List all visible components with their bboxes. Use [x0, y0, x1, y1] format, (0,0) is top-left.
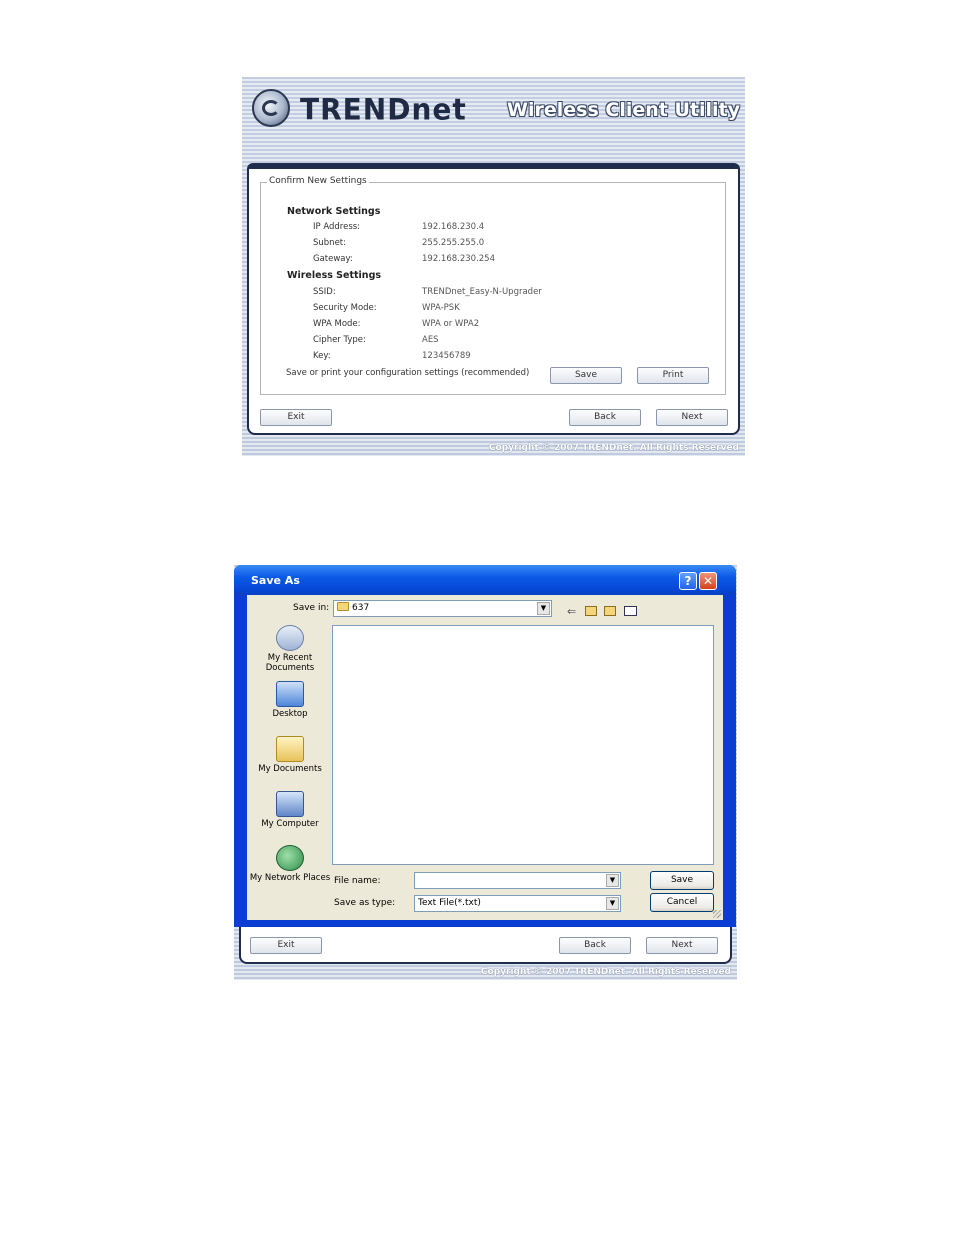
chevron-down-icon[interactable]: ▼ — [537, 602, 550, 615]
copyright-text: Copyright © 2007 TRENDnet. All Rights Re… — [488, 443, 739, 453]
save-in-value: 637 — [352, 603, 370, 613]
wpa-mode-value: WPA or WPA2 — [422, 319, 480, 329]
network-places-icon — [276, 845, 304, 871]
dialog-body: Save in: 637 ▼ ⇐ My Recent Documents Des… — [247, 595, 723, 920]
chevron-down-icon[interactable]: ▼ — [606, 874, 619, 887]
ip-address-value: 192.168.230.4 — [422, 222, 485, 232]
folder-icon — [337, 602, 349, 611]
chevron-down-icon[interactable]: ▼ — [606, 897, 619, 910]
places-bar: My Recent Documents Desktop My Documents… — [247, 623, 333, 913]
place-label: My Recent Documents — [265, 653, 315, 673]
confirm-settings-window: TRENDnet Wireless Client Utility Confirm… — [242, 77, 745, 456]
security-mode-label: Security Mode: — [313, 303, 377, 313]
save-button[interactable]: Save — [550, 367, 622, 384]
key-label: Key: — [313, 351, 331, 361]
bg-next-button[interactable]: Next — [646, 937, 718, 954]
save-in-dropdown[interactable]: 637 ▼ — [333, 600, 552, 617]
new-folder-icon[interactable] — [604, 606, 616, 616]
print-button[interactable]: Print — [637, 367, 709, 384]
subnet-label: Subnet: — [313, 238, 346, 248]
place-label: My Computer — [261, 819, 319, 829]
help-icon[interactable]: ? — [679, 572, 697, 590]
place-label: Desktop — [272, 709, 308, 719]
dialog-title: Save As — [251, 574, 300, 587]
save-in-label: Save in: — [293, 603, 330, 613]
place-my-documents[interactable]: My Documents — [247, 736, 333, 774]
place-desktop[interactable]: Desktop — [247, 681, 333, 719]
file-list-area[interactable] — [332, 625, 714, 865]
save-as-type-value: Text File(*.txt) — [418, 898, 481, 908]
resize-grip-icon[interactable] — [713, 910, 721, 918]
save-as-type-label: Save as type: — [334, 898, 396, 908]
save-as-dialog: Save As ? ✕ Save in: 637 ▼ ⇐ My Recent D… — [234, 565, 736, 927]
bg-copyright-text: Copyright © 2007 TRENDnet. All Rights Re… — [480, 967, 731, 977]
app-title: Wireless Client Utility — [507, 99, 740, 121]
subnet-value: 255.255.255.0 — [422, 238, 485, 248]
save-as-type-dropdown[interactable]: Text File(*.txt) ▼ — [414, 895, 621, 912]
back-button[interactable]: Back — [569, 409, 641, 426]
wpa-mode-label: WPA Mode: — [313, 319, 361, 329]
dialog-title-bar[interactable]: Save As ? ✕ — [234, 565, 736, 595]
my-computer-icon — [276, 791, 304, 817]
place-label: My Documents — [258, 764, 322, 774]
network-settings-header: Network Settings — [287, 206, 381, 217]
security-mode-value: WPA-PSK — [422, 303, 460, 313]
file-name-input[interactable]: ▼ — [414, 872, 621, 889]
next-button[interactable]: Next — [656, 409, 728, 426]
place-my-network-places[interactable]: My Network Places — [247, 845, 333, 883]
header-banner: TRENDnet Wireless Client Utility — [242, 77, 745, 163]
ssid-value: TRENDnet_Easy-N-Upgrader — [422, 287, 542, 297]
gateway-label: Gateway: — [313, 254, 353, 264]
group-title: Confirm New Settings — [267, 176, 369, 186]
exit-button[interactable]: Exit — [260, 409, 332, 426]
place-label: My Network Places — [249, 873, 331, 883]
gateway-value: 192.168.230.254 — [422, 254, 496, 264]
place-my-computer[interactable]: My Computer — [247, 791, 333, 829]
brand-logo-text: TRENDnet — [300, 92, 467, 127]
bg-back-button[interactable]: Back — [559, 937, 631, 954]
up-folder-icon[interactable] — [585, 606, 597, 616]
trendnet-logo-icon — [252, 89, 290, 127]
ssid-label: SSID: — [313, 287, 336, 297]
save-print-note: Save or print your configuration setting… — [286, 368, 530, 378]
recent-documents-icon — [276, 625, 304, 651]
key-value: 123456789 — [422, 351, 471, 361]
desktop-icon — [276, 681, 304, 707]
cipher-type-value: AES — [422, 335, 439, 345]
back-arrow-icon[interactable]: ⇐ — [567, 605, 576, 618]
wireless-settings-header: Wireless Settings — [287, 270, 382, 281]
close-icon[interactable]: ✕ — [699, 572, 717, 590]
dialog-save-button[interactable]: Save — [650, 871, 714, 890]
place-my-recent-documents[interactable]: My Recent Documents — [247, 625, 333, 673]
file-name-label: File name: — [334, 876, 381, 886]
view-menu-icon[interactable] — [624, 606, 637, 616]
cipher-type-label: Cipher Type: — [313, 335, 366, 345]
bg-exit-button[interactable]: Exit — [250, 937, 322, 954]
dialog-cancel-button[interactable]: Cancel — [650, 893, 714, 912]
my-documents-icon — [276, 736, 304, 762]
ip-address-label: IP Address: — [313, 222, 361, 232]
